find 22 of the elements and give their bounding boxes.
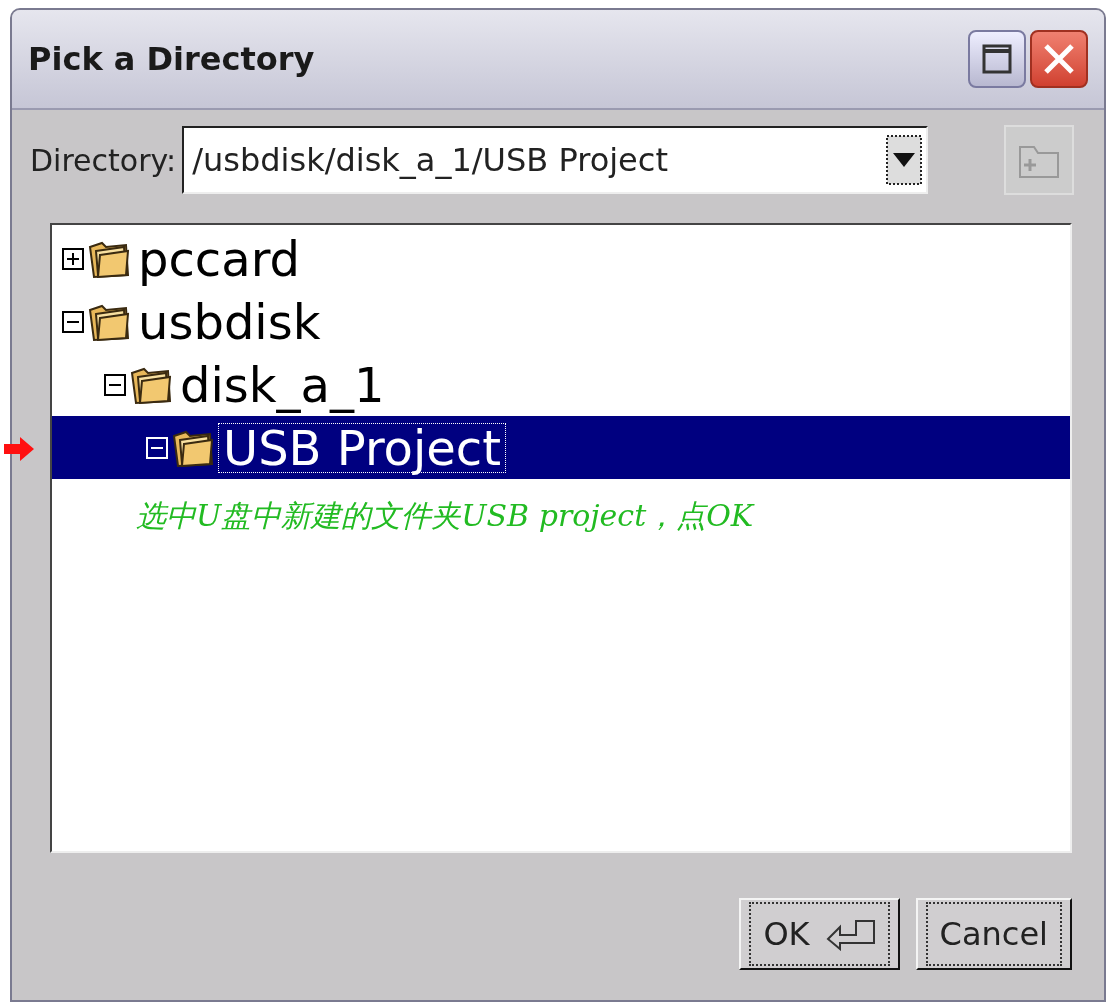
enter-key-icon xyxy=(825,917,876,951)
tree-item[interactable]: USB Project xyxy=(52,416,1070,479)
directory-label: Directory: xyxy=(30,141,177,180)
collapse-icon[interactable] xyxy=(104,373,126,396)
annotation-text: 选中U盘中新建的文件夹USB project，点OK xyxy=(136,498,754,533)
arrow-icon xyxy=(4,437,34,461)
directory-combobox[interactable]: /usbdisk/disk_a_1/USB Project xyxy=(182,126,929,194)
cancel-button[interactable]: Cancel xyxy=(915,898,1072,970)
close-icon xyxy=(1042,42,1076,76)
expand-icon[interactable] xyxy=(62,247,84,270)
tree-item[interactable]: pccard xyxy=(52,227,1070,290)
collapse-icon[interactable] xyxy=(62,310,84,333)
tree-item-label: usbdisk xyxy=(137,297,322,346)
maximize-icon xyxy=(982,44,1012,74)
maximize-button[interactable] xyxy=(968,30,1026,88)
window-title: Pick a Directory xyxy=(28,39,316,80)
tree-item-label: USB Project xyxy=(218,422,506,473)
dropdown-icon[interactable] xyxy=(886,135,923,185)
tree-item[interactable]: disk_a_1 xyxy=(52,353,1070,416)
tree-item[interactable]: usbdisk xyxy=(52,290,1070,353)
ok-button[interactable]: OK xyxy=(739,898,900,970)
close-button[interactable] xyxy=(1030,30,1088,88)
